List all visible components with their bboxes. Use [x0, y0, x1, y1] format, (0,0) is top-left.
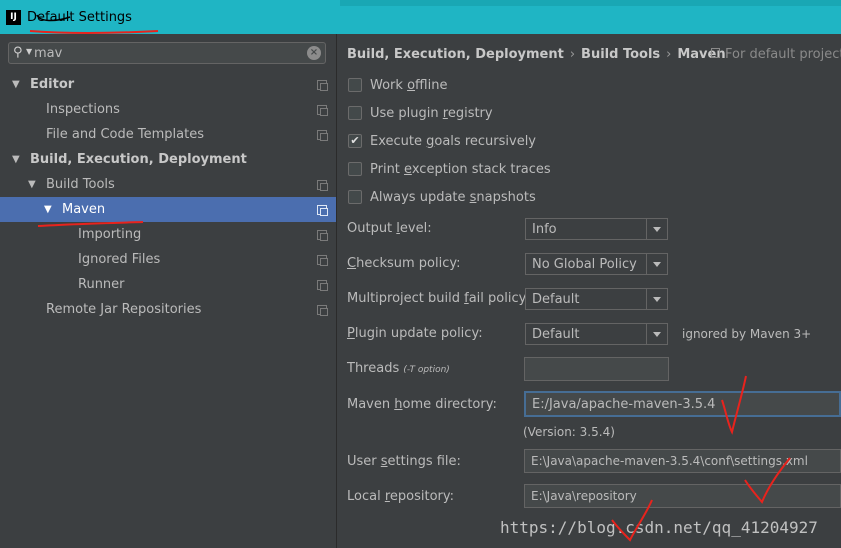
user-settings-label: User settings file: — [347, 454, 461, 469]
expand-arrow-icon[interactable]: ▼ — [12, 147, 20, 172]
page-icon — [711, 48, 720, 58]
dropdown-arrow-icon[interactable] — [646, 289, 667, 309]
user-settings-input[interactable]: E:\Java\apache-maven-3.5.4\conf\settings… — [524, 449, 841, 473]
tree-item-runner[interactable]: Runner — [0, 272, 336, 297]
maven-home-label: Maven home directory: — [347, 397, 497, 412]
select-value: Default — [532, 327, 580, 342]
intellij-logo-icon: IJ — [6, 10, 21, 25]
tree-item-label: Build Tools — [46, 177, 115, 192]
watermark-url: https://blog.csdn.net/qq_41204927 — [500, 518, 818, 537]
project-level-icon — [317, 130, 328, 141]
breadcrumb-part: Build Tools — [581, 47, 661, 62]
multiproject-fail-policy-select[interactable]: Default — [525, 288, 668, 310]
plugin-registry-checkbox[interactable] — [348, 106, 362, 120]
input-value: E:/Java/apache-maven-3.5.4 — [532, 397, 716, 412]
output-level-select[interactable]: Info — [525, 218, 668, 240]
expand-arrow-icon[interactable]: ▼ — [28, 172, 36, 197]
settings-search-box[interactable]: ⚲ ▼ × — [8, 42, 326, 64]
window-titlebar: IJ Default Settings — [0, 0, 841, 34]
tree-item-build-execution[interactable]: ▼ Build, Execution, Deployment — [0, 147, 336, 172]
maven-version-text: (Version: 3.5.4) — [523, 425, 615, 439]
expand-arrow-icon[interactable]: ▼ — [44, 197, 52, 222]
plugin-update-policy-select[interactable]: Default — [525, 323, 668, 345]
project-level-icon — [317, 205, 328, 216]
breadcrumb-separator: › — [666, 47, 672, 62]
default-project-label: For default project — [725, 47, 841, 62]
tree-item-label: Inspections — [46, 102, 120, 117]
tree-item-label: File and Code Templates — [46, 127, 204, 142]
input-value: E:\Java\apache-maven-3.5.4\conf\settings… — [531, 454, 808, 468]
checkbox-label: Execute goals recursively — [370, 134, 536, 149]
window-title: Default Settings — [27, 10, 132, 25]
checkbox-label: Use plugin registry — [370, 106, 493, 121]
maven-settings-panel: Build, Execution, Deployment › Build Tools… — [337, 34, 841, 548]
search-icon[interactable]: ⚲ — [13, 45, 23, 60]
expand-arrow-icon[interactable]: ▼ — [12, 72, 20, 97]
select-value: No Global Policy — [532, 257, 637, 272]
input-value: E:\Java\repository — [531, 489, 637, 503]
checksum-policy-select[interactable]: No Global Policy — [525, 253, 668, 275]
output-level-label: Output level: — [347, 221, 432, 236]
tree-item-editor[interactable]: ▼ Editor — [0, 72, 336, 97]
checkbox-label: Work offline — [370, 78, 448, 93]
checkbox-label: Always update snapshots — [370, 190, 536, 205]
local-repository-label: Local repository: — [347, 489, 455, 504]
threads-hint: (-T option) — [403, 365, 450, 375]
tree-item-label: Remote Jar Repositories — [46, 302, 202, 317]
project-level-icon — [317, 255, 328, 266]
tree-item-file-templates[interactable]: File and Code Templates — [0, 122, 336, 147]
tree-item-importing[interactable]: Importing — [0, 222, 336, 247]
tree-item-build-tools[interactable]: ▼ Build Tools — [0, 172, 336, 197]
threads-input[interactable] — [524, 357, 669, 381]
checksum-policy-label: Checksum policy: — [347, 256, 461, 271]
threads-label: Threads (-T option) — [347, 361, 450, 376]
project-level-icon — [317, 280, 328, 291]
breadcrumb-part: Build, Execution, Deployment — [347, 47, 564, 62]
tree-item-inspections[interactable]: Inspections — [0, 97, 336, 122]
clear-search-icon[interactable]: × — [307, 46, 321, 60]
breadcrumb-separator: › — [569, 47, 576, 62]
select-value: Default — [532, 292, 580, 307]
settings-tree-panel: ⚲ ▼ × ▼ Editor Inspections File and Code… — [0, 34, 337, 548]
tree-item-label: Build, Execution, Deployment — [30, 152, 247, 167]
breadcrumb: Build, Execution, Deployment › Build Tools… — [347, 47, 726, 62]
tree-item-ignored-files[interactable]: Ignored Files — [0, 247, 336, 272]
project-level-icon — [317, 180, 328, 191]
tree-item-label: Runner — [78, 277, 125, 292]
maven-home-input[interactable]: E:/Java/apache-maven-3.5.4 — [524, 391, 841, 417]
work-offline-checkbox[interactable] — [348, 78, 362, 92]
print-exception-checkbox[interactable] — [348, 162, 362, 176]
tree-item-label: Editor — [30, 77, 75, 92]
titlebar-background-strip — [340, 0, 841, 6]
select-value: Info — [532, 222, 557, 237]
dropdown-arrow-icon[interactable] — [646, 219, 667, 239]
plugin-update-policy-label: Plugin update policy: — [347, 326, 483, 341]
project-level-icon — [317, 305, 328, 316]
execute-goals-checkbox[interactable]: ✔ — [348, 134, 362, 148]
tree-item-remote-jar[interactable]: Remote Jar Repositories — [0, 297, 336, 322]
plugin-update-note: ignored by Maven 3+ — [682, 327, 812, 341]
checkmark-icon: ✔ — [350, 134, 360, 147]
update-snapshots-checkbox[interactable] — [348, 190, 362, 204]
multiproject-fail-policy-label: Multiproject build fail policy: — [347, 291, 530, 306]
tree-item-label: Maven — [62, 202, 106, 217]
search-input[interactable] — [34, 46, 304, 61]
project-level-icon — [317, 105, 328, 116]
tree-item-maven[interactable]: ▼ Maven — [0, 197, 336, 222]
project-level-icon — [317, 80, 328, 91]
tree-item-label: Importing — [78, 227, 142, 242]
project-level-icon — [317, 230, 328, 241]
local-repository-input[interactable]: E:\Java\repository — [524, 484, 841, 508]
checkbox-label: Print exception stack traces — [370, 162, 551, 177]
tree-item-label: Ignored Files — [78, 252, 161, 267]
default-project-note: For default project — [711, 47, 841, 62]
dropdown-arrow-icon[interactable] — [646, 324, 667, 344]
search-history-chevron-icon[interactable]: ▼ — [26, 47, 32, 56]
dropdown-arrow-icon[interactable] — [646, 254, 667, 274]
